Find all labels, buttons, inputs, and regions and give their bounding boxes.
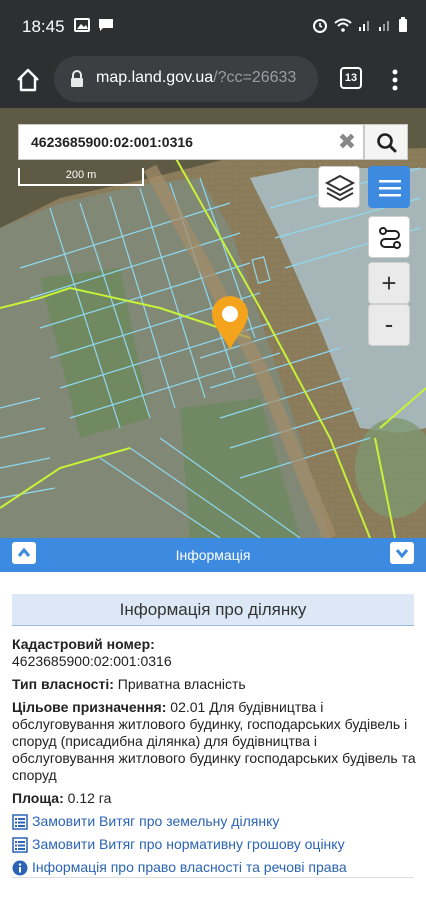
- order-parcel-extract-link[interactable]: Замовити Витяг про земельну ділянку: [12, 813, 416, 830]
- parcel-info-panel: Інформація про ділянку Кадастровий номер…: [0, 572, 426, 900]
- info-panel-header: Інформація: [0, 538, 426, 572]
- map-view[interactable]: ✖ 200 m + -: [0, 108, 426, 538]
- url-path: /?cc=26633: [213, 69, 297, 86]
- route-button[interactable]: [368, 216, 410, 258]
- battery-icon: [398, 17, 408, 36]
- status-time: 18:45: [22, 17, 65, 36]
- cadastral-value: 4623685900:02:001:0316: [12, 653, 172, 669]
- order-valuation-extract-link[interactable]: Замовити Витяг про нормативну грошову оц…: [12, 836, 416, 853]
- tab-switcher-button[interactable]: 13: [340, 67, 362, 89]
- search-icon: [377, 133, 397, 153]
- search-button[interactable]: [364, 124, 408, 160]
- info-panel-title: Інформація: [175, 547, 251, 563]
- alarm-icon: [312, 17, 328, 36]
- message-icon: [98, 18, 114, 37]
- map-scale-bar: 200 m: [18, 168, 144, 186]
- layers-icon: [324, 174, 356, 202]
- ownership-value: Приватна власність: [117, 676, 246, 692]
- signal-icon-2: [378, 18, 392, 35]
- map-menu-button[interactable]: [368, 166, 410, 208]
- chevron-down-icon: [395, 549, 409, 559]
- browser-menu-icon[interactable]: [388, 66, 402, 94]
- zoom-in-button[interactable]: +: [368, 262, 410, 304]
- route-icon: [379, 227, 401, 249]
- document-list-icon: [12, 836, 28, 853]
- panel-divider: [12, 877, 414, 878]
- purpose-label: Цільове призначення:: [12, 699, 167, 715]
- area-label: Площа:: [12, 790, 64, 806]
- lock-icon: [70, 70, 84, 88]
- cadastral-row: Кадастровий номер: 4623685900:02:001:031…: [12, 636, 416, 670]
- cadastral-search-box: ✖: [18, 124, 364, 160]
- info-circle-icon: [12, 860, 28, 875]
- clear-search-button[interactable]: ✖: [337, 131, 357, 153]
- cadastral-label: Кадастровий номер:: [12, 636, 155, 652]
- ownership-row: Тип власності: Приватна власність: [12, 676, 416, 693]
- parcel-details: Кадастровий номер: 4623685900:02:001:031…: [12, 636, 416, 882]
- ownership-label: Тип власності:: [12, 676, 114, 692]
- ownership-rights-info-link[interactable]: Інформація про право власності та речові…: [12, 859, 416, 876]
- cadastral-search-input[interactable]: [31, 125, 331, 159]
- order-parcel-extract-label: Замовити Витяг про земельну ділянку: [32, 813, 280, 829]
- zoom-out-button[interactable]: -: [368, 304, 410, 346]
- area-row: Площа: 0.12 га: [12, 790, 416, 807]
- url-host: map.land.gov.ua: [96, 69, 214, 86]
- area-value: 0.12 га: [67, 790, 112, 806]
- collapse-panel-button[interactable]: [390, 542, 414, 564]
- location-pin-icon: [210, 296, 250, 352]
- signal-icon: [358, 18, 372, 35]
- parcel-info-title: Інформація про ділянку: [12, 594, 414, 626]
- status-bar: 18:45: [0, 0, 426, 54]
- layers-button[interactable]: [318, 166, 360, 208]
- url-text: map.land.gov.ua/?cc=26633: [96, 69, 310, 87]
- order-valuation-extract-label: Замовити Витяг про нормативну грошову оц…: [32, 836, 345, 852]
- hamburger-icon: [379, 180, 401, 197]
- document-list-icon: [12, 813, 28, 830]
- address-bar[interactable]: map.land.gov.ua/?cc=26633: [54, 56, 318, 102]
- gallery-icon: [74, 18, 90, 37]
- wifi-icon: [334, 18, 352, 35]
- browser-toolbar: map.land.gov.ua/?cc=26633 13: [0, 54, 426, 108]
- purpose-row: Цільове призначення: 02.01 Для будівницт…: [12, 699, 416, 784]
- home-icon[interactable]: [14, 66, 42, 94]
- ownership-rights-info-label: Інформація про право власності та речові…: [32, 859, 347, 875]
